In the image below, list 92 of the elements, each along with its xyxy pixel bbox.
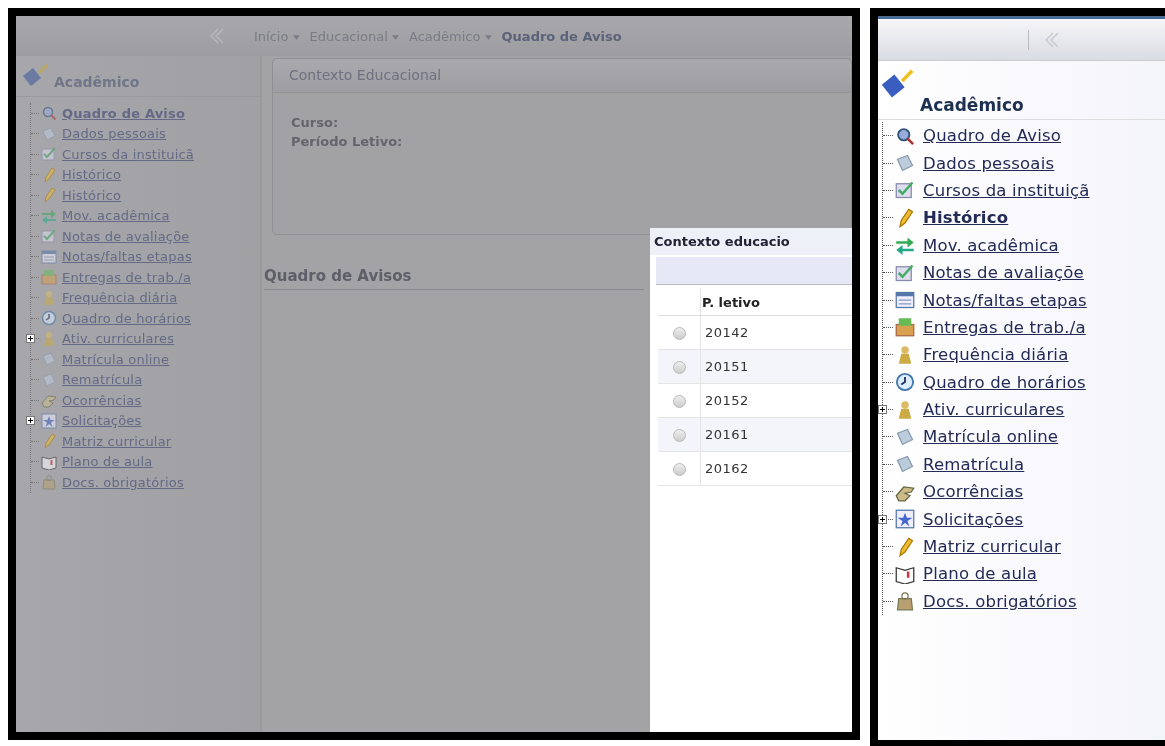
checkmark-icon [895,262,915,283]
dialog-title: Contexto educacio [650,228,852,255]
expand-toggle[interactable] [26,416,35,426]
table-cell: 20142 [700,315,852,350]
menu-link[interactable]: Quadro de horários [62,310,191,326]
menu-link[interactable]: Histórico [62,187,122,203]
arrows-icon [41,207,57,224]
magnifier-icon [895,125,915,146]
table-cell: 20151 [700,349,852,384]
box-icon [895,317,915,338]
menu-link[interactable]: Ocorrências [62,392,142,408]
radio-button[interactable] [672,327,686,340]
menu-link[interactable]: Ativ. curriculares [62,331,175,347]
menu-link[interactable]: Cursos da instituiçã [923,180,1090,200]
menu-link[interactable]: Histórico [62,167,122,183]
menu-link[interactable]: Frequência diária [923,345,1069,365]
person-icon [41,289,57,306]
menu-link[interactable]: Quadro de Aviso [923,126,1062,146]
menu-link[interactable]: Quadro de Aviso [62,105,186,121]
menu-link[interactable]: Mov. acadêmica [923,235,1059,255]
document-icon [41,351,57,368]
menu-link[interactable]: Matrícula online [62,351,170,367]
star-icon [895,509,915,530]
section-title: Quadro de Avisos [264,267,644,290]
hand-icon [41,392,57,409]
radio-button[interactable] [672,429,686,442]
menu-link[interactable]: Docs. obrigatórios [62,474,184,490]
document-icon [41,125,57,142]
menu-link[interactable]: Notas/faltas etapas [923,290,1087,310]
clock-icon [895,372,915,393]
field-label: Curso: [291,114,340,132]
radio-button[interactable] [672,463,686,476]
menu-link[interactable]: Dados pessoais [62,126,166,142]
caret-icon [392,34,399,40]
menu-link[interactable]: Dados pessoais [923,153,1055,173]
menu-link[interactable]: Solicitações [923,509,1024,529]
table-icon [895,290,915,311]
menu-link[interactable]: Plano de aula [62,454,153,470]
star-icon [41,412,57,429]
menu-link[interactable]: Matrícula online [923,427,1059,447]
pencil-icon [41,433,57,450]
menu-link[interactable]: Plano de aula [923,564,1038,584]
menu-link[interactable]: Solicitações [62,413,142,429]
menu-link[interactable]: Ocorrências [923,482,1024,502]
magnifier-icon [41,105,57,122]
person-icon [41,330,57,347]
radio-button[interactable] [672,395,686,408]
document-icon [895,153,915,174]
document-icon [41,371,57,388]
menu-link[interactable]: Frequência diária [62,290,178,306]
table-cell: 20152 [700,383,852,418]
table-cell: 20161 [700,417,852,452]
menu-link[interactable]: Rematrícula [62,372,143,388]
breadcrumb-current: Quadro de Aviso [501,28,622,44]
expand-toggle[interactable] [878,514,887,524]
book-icon [41,453,57,470]
menu-link[interactable]: Entregas de trab./a [923,317,1086,337]
sidebar-title: Acadêmico [920,95,1024,115]
checkmark-icon [41,146,57,163]
menu-link[interactable]: Notas de avaliaçõe [62,228,190,244]
bag-icon [895,591,915,612]
pencil-icon [41,187,57,204]
table-icon [41,248,57,265]
checkmark-icon [895,180,915,201]
menu-link[interactable]: Entregas de trab./a [62,269,192,285]
column-header: P. letivo [700,289,852,316]
pencil-icon [41,166,57,183]
menu-link[interactable]: Cursos da instituicã [62,146,195,162]
menu-link[interactable]: Rematrícula [923,454,1025,474]
menu-link[interactable]: Notas de avaliaçõe [923,263,1084,283]
menu-link[interactable]: Quadro de horários [923,372,1086,392]
menu-link[interactable]: Docs. obrigatórios [923,591,1077,611]
box-icon [41,269,57,286]
menu-link[interactable]: Matriz curricular [923,537,1061,557]
menu-link[interactable]: Notas/faltas etapas [62,249,192,265]
radio-button[interactable] [672,361,686,374]
menu-link[interactable]: Ativ. curriculares [923,400,1065,420]
caret-icon [292,34,300,40]
bag-icon [41,474,57,491]
expand-toggle[interactable] [26,334,35,344]
checkmark-icon [41,228,57,245]
menu-link[interactable]: Histórico [923,208,1009,228]
menu-link[interactable]: Mov. acadêmica [62,208,170,224]
arrows-icon [895,235,915,256]
document-icon [895,454,915,475]
clock-icon [41,310,57,327]
menu-link[interactable]: Matriz curricular [62,433,172,449]
expand-toggle[interactable] [878,405,887,415]
caret-icon [484,34,492,40]
document-icon [895,427,915,447]
field-label: Período Letivo: [291,133,404,151]
table-cell: 20162 [700,451,852,486]
